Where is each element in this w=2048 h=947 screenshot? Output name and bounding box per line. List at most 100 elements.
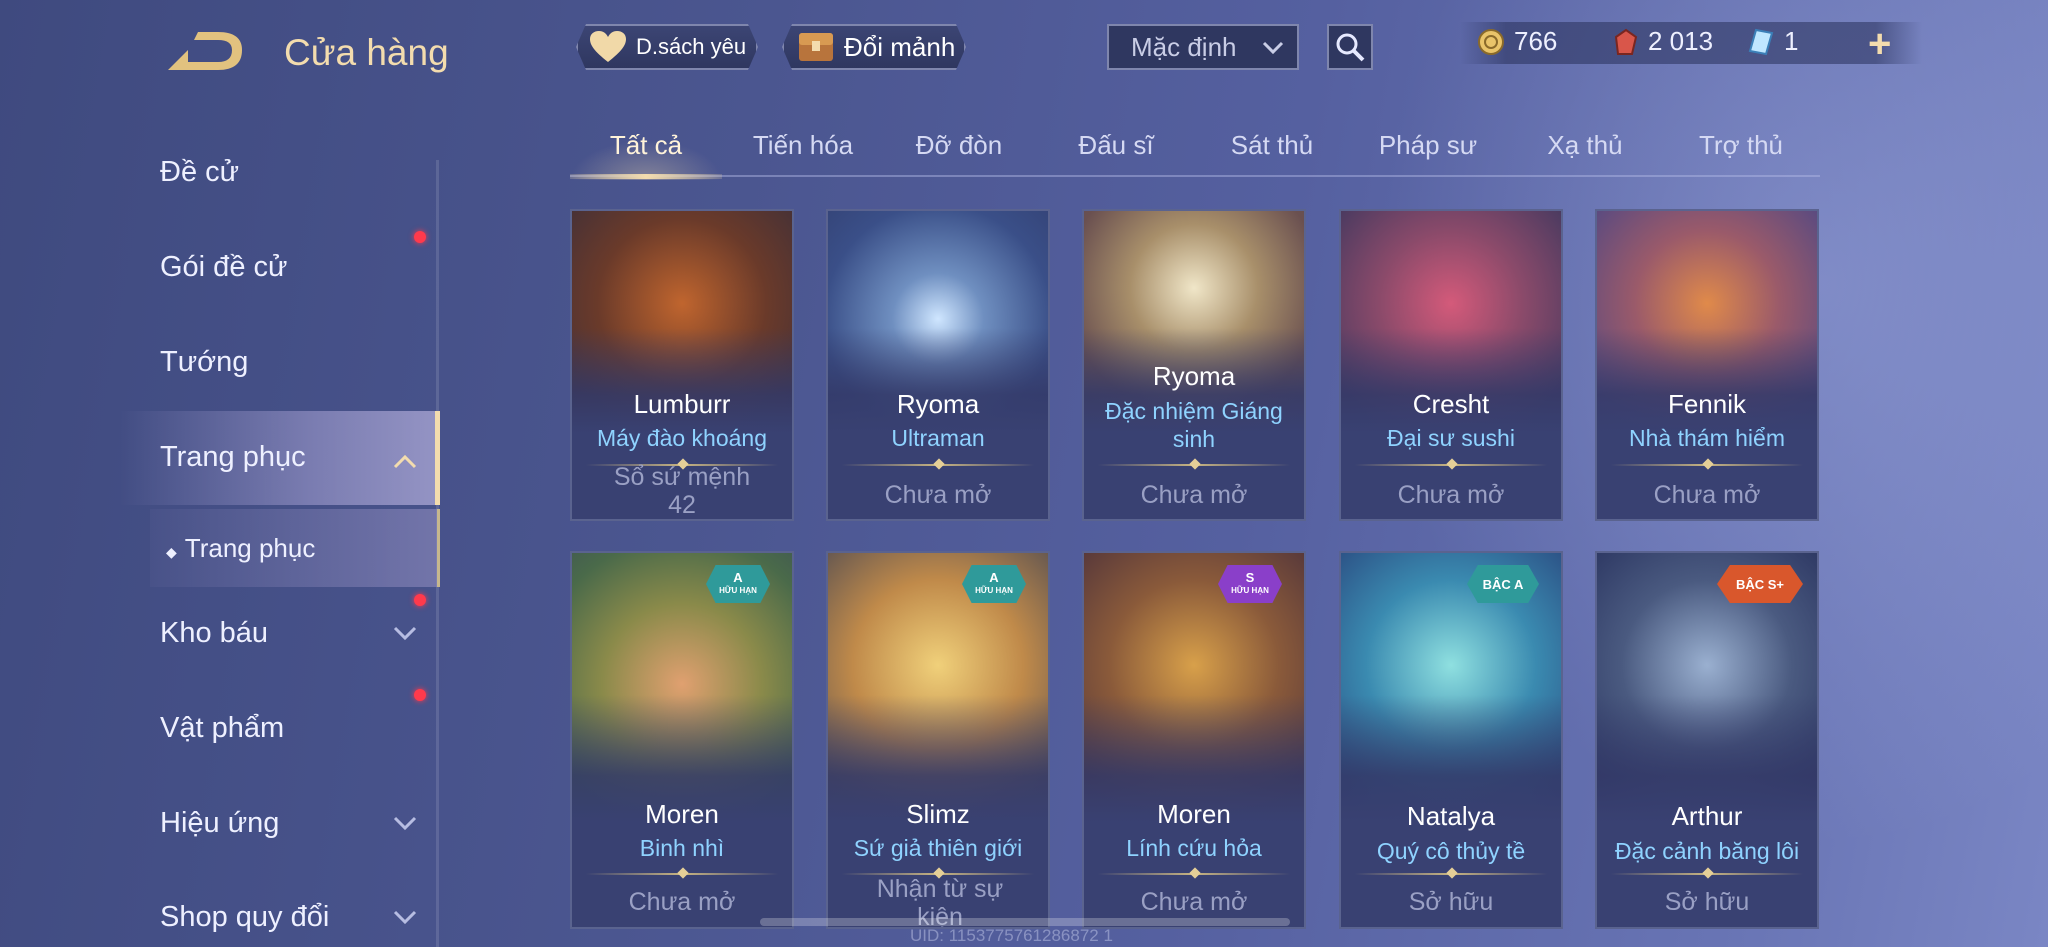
chevron-down-icon bbox=[393, 910, 417, 925]
tab-evolution[interactable]: Tiến hóa bbox=[728, 130, 878, 161]
sidebar-item-effects[interactable]: Hiệu ứng bbox=[160, 807, 279, 840]
sidebar-subitem-label: Trang phục bbox=[184, 533, 316, 563]
exchange-label: Đổi mảnh bbox=[844, 31, 956, 62]
exchange-shards-button[interactable]: Đổi mảnh bbox=[782, 24, 966, 70]
skin-card[interactable]: A HỮU HẠN Moren Binh nhì Chưa mở bbox=[570, 551, 794, 929]
skin-card[interactable]: BẬC S+ Arthur Đặc cảnh băng lôi Sở hữu bbox=[1595, 551, 1819, 929]
unlock-status: Sổ sứ mệnh 42 bbox=[613, 463, 751, 519]
page-title: Cửa hàng bbox=[284, 32, 449, 73]
skin-name: Máy đào khoáng bbox=[596, 425, 768, 451]
sidebar-item-items[interactable]: Vật phẩm bbox=[160, 712, 284, 745]
hero-name: Cresht bbox=[1412, 389, 1490, 419]
back-arrow-icon bbox=[168, 32, 242, 70]
unlock-status: Sở hữu bbox=[1408, 888, 1494, 916]
chevron-down-icon bbox=[393, 626, 417, 641]
hero-name: Fennik bbox=[1667, 389, 1747, 419]
tab-marksman[interactable]: Xạ thủ bbox=[1510, 130, 1660, 161]
tab-bar-line bbox=[570, 175, 1820, 177]
skin-name: Sứ giả thiên giới bbox=[853, 835, 1023, 861]
scrollbar[interactable] bbox=[760, 918, 1290, 926]
unlock-status: Chưa mở bbox=[1397, 481, 1505, 509]
diamond-bullet-icon: ◆ bbox=[166, 544, 177, 560]
hero-name: Ryoma bbox=[896, 389, 980, 419]
tier-badge: A HỮU HẠN bbox=[962, 565, 1026, 603]
user-id: UID: 1153775761286872 1 bbox=[910, 926, 1113, 945]
diamond-icon bbox=[1748, 28, 1774, 55]
search-icon bbox=[1336, 33, 1365, 62]
voucher-icon bbox=[1614, 28, 1638, 55]
skin-name: Ultraman bbox=[891, 425, 985, 451]
unlock-status: Sở hữu bbox=[1664, 888, 1750, 916]
back-button[interactable] bbox=[158, 28, 248, 78]
gold-coin-icon bbox=[1478, 28, 1504, 55]
hero-name: Natalya bbox=[1406, 801, 1496, 831]
unlock-status: Chưa mở bbox=[1140, 888, 1248, 916]
skin-card[interactable]: Ryoma Ultraman Chưa mở bbox=[826, 209, 1050, 521]
hero-name: Moren bbox=[1157, 799, 1231, 829]
tab-mage[interactable]: Pháp sư bbox=[1353, 130, 1503, 161]
badge-tier: BẬC S+ bbox=[1735, 576, 1785, 592]
notification-dot bbox=[414, 689, 426, 701]
badge-note: HỮU HẠN bbox=[975, 586, 1013, 595]
tab-assassin[interactable]: Sát thủ bbox=[1197, 130, 1347, 161]
search-button[interactable] bbox=[1327, 24, 1373, 70]
skin-card[interactable]: Lumburr Máy đào khoáng Sổ sứ mệnh 42 bbox=[570, 209, 794, 521]
hero-name: Lumburr bbox=[633, 389, 731, 419]
treasure-chest-icon bbox=[796, 29, 836, 65]
skin-name: Binh nhì bbox=[639, 835, 725, 861]
skin-name: Đại sư sushi bbox=[1387, 425, 1515, 451]
skin-name: Lính cứu hỏa bbox=[1126, 835, 1262, 861]
sidebar-subitem-skins[interactable]: ◆ Trang phục bbox=[166, 533, 315, 564]
tab-fighter[interactable]: Đấu sĩ bbox=[1041, 130, 1191, 161]
skin-card[interactable]: Fennik Nhà thám hiểm Chưa mở bbox=[1595, 209, 1819, 521]
skin-card[interactable]: BẬC A Natalya Quý cô thủy tề Sở hữu bbox=[1339, 551, 1563, 929]
skin-name: Đặc nhiệm Giáng sinh bbox=[1105, 398, 1283, 452]
heart-icon bbox=[588, 29, 628, 65]
skin-card[interactable]: Ryoma Đặc nhiệm Giáng sinh Chưa mở bbox=[1082, 209, 1306, 521]
skin-name: Quý cô thủy tề bbox=[1376, 838, 1526, 864]
badge-tier: A bbox=[989, 570, 999, 585]
skin-card[interactable]: A HỮU HẠN Slimz Sứ giả thiên giới Nhận t… bbox=[826, 551, 1050, 929]
chevron-down-icon bbox=[1262, 41, 1284, 55]
notification-dot bbox=[414, 594, 426, 606]
tab-all[interactable]: Tất cả bbox=[571, 130, 721, 161]
hero-name: Moren bbox=[645, 799, 719, 829]
tier-badge: BẬC S+ bbox=[1717, 565, 1803, 603]
sort-dropdown[interactable]: Mặc định bbox=[1107, 24, 1299, 70]
unlock-status: Chưa mở bbox=[1140, 481, 1248, 509]
skin-name: Nhà thám hiểm bbox=[1629, 425, 1785, 451]
gold-currency: 766 bbox=[1476, 26, 1557, 57]
gold-amount: 766 bbox=[1514, 26, 1558, 56]
voucher-currency: 2 013 bbox=[1610, 26, 1713, 57]
add-currency-button[interactable]: + bbox=[1868, 22, 1891, 67]
tab-tank[interactable]: Đỡ đòn bbox=[884, 130, 1034, 161]
favorites-button[interactable]: D.sách yêu bbox=[576, 24, 758, 70]
skin-card[interactable]: S HỮU HẠN Moren Lính cứu hỏa Chưa mở bbox=[1082, 551, 1306, 929]
diamond-amount: 1 bbox=[1784, 26, 1799, 56]
badge-tier: BẬC A bbox=[1482, 576, 1524, 592]
chevron-down-icon bbox=[393, 816, 417, 831]
voucher-amount: 2 013 bbox=[1648, 26, 1714, 56]
unlock-status: Chưa mở bbox=[1653, 481, 1761, 509]
tier-badge: BẬC A bbox=[1467, 565, 1539, 603]
sidebar-item-skins[interactable]: Trang phục bbox=[160, 441, 306, 474]
hero-name: Slimz bbox=[906, 799, 970, 829]
sidebar-item-treasure[interactable]: Kho báu bbox=[160, 617, 268, 650]
tier-badge: S HỮU HẠN bbox=[1218, 565, 1282, 603]
sidebar-item-exchange-shop[interactable]: Shop quy đổi bbox=[160, 901, 329, 934]
skin-card[interactable]: Cresht Đại sư sushi Chưa mở bbox=[1339, 209, 1563, 521]
sort-selected-value: Mặc định bbox=[1131, 31, 1237, 62]
skin-name: Đặc cảnh băng lôi bbox=[1614, 838, 1800, 864]
favorites-label: D.sách yêu bbox=[636, 34, 747, 59]
sidebar-item-recommended[interactable]: Đề cử bbox=[160, 156, 239, 189]
tab-support[interactable]: Trợ thủ bbox=[1666, 130, 1816, 161]
sidebar-item-recommended-bundles[interactable]: Gói đề cử bbox=[160, 251, 287, 284]
notification-dot bbox=[414, 231, 426, 243]
hero-name: Ryoma bbox=[1152, 361, 1236, 391]
sidebar-item-heroes[interactable]: Tướng bbox=[160, 346, 248, 379]
chevron-up-icon bbox=[393, 454, 417, 469]
tier-badge: A HỮU HẠN bbox=[706, 565, 770, 603]
unlock-status: Chưa mở bbox=[884, 481, 992, 509]
tab-active-underline bbox=[570, 174, 722, 179]
diamond-currency: 1 bbox=[1746, 26, 1798, 57]
